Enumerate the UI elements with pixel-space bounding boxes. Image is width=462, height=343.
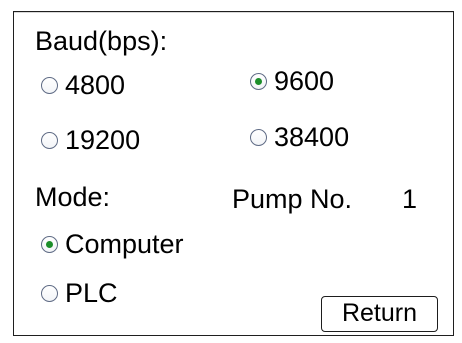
radio-selected-dot-icon [46,241,53,248]
mode-plc-label: PLC [65,278,118,308]
baud-9600-label: 9600 [274,66,335,96]
radio-circle-icon [250,73,267,90]
baud-9600-radio[interactable]: 9600 [250,68,334,95]
radio-circle-icon [250,129,267,146]
baud-label: Baud(bps): [35,26,168,56]
radio-selected-dot-icon [255,78,262,85]
pump-number-label: Pump No. [232,184,353,214]
return-button[interactable]: Return [321,296,438,332]
baud-4800-radio[interactable]: 4800 [41,72,125,99]
baud-4800-label: 4800 [65,70,126,100]
pump-number-value: 1 [402,184,418,214]
mode-label: Mode: [35,182,111,212]
radio-circle-icon [41,285,58,302]
baud-38400-label: 38400 [274,122,350,152]
baud-19200-label: 19200 [65,125,141,155]
radio-circle-icon [41,77,58,94]
baud-38400-radio[interactable]: 38400 [250,124,349,151]
mode-computer-label: Computer [65,229,184,259]
baud-19200-radio[interactable]: 19200 [41,127,140,154]
mode-plc-radio[interactable]: PLC [41,280,118,307]
radio-circle-icon [41,132,58,149]
mode-computer-radio[interactable]: Computer [41,231,184,258]
radio-circle-icon [41,236,58,253]
